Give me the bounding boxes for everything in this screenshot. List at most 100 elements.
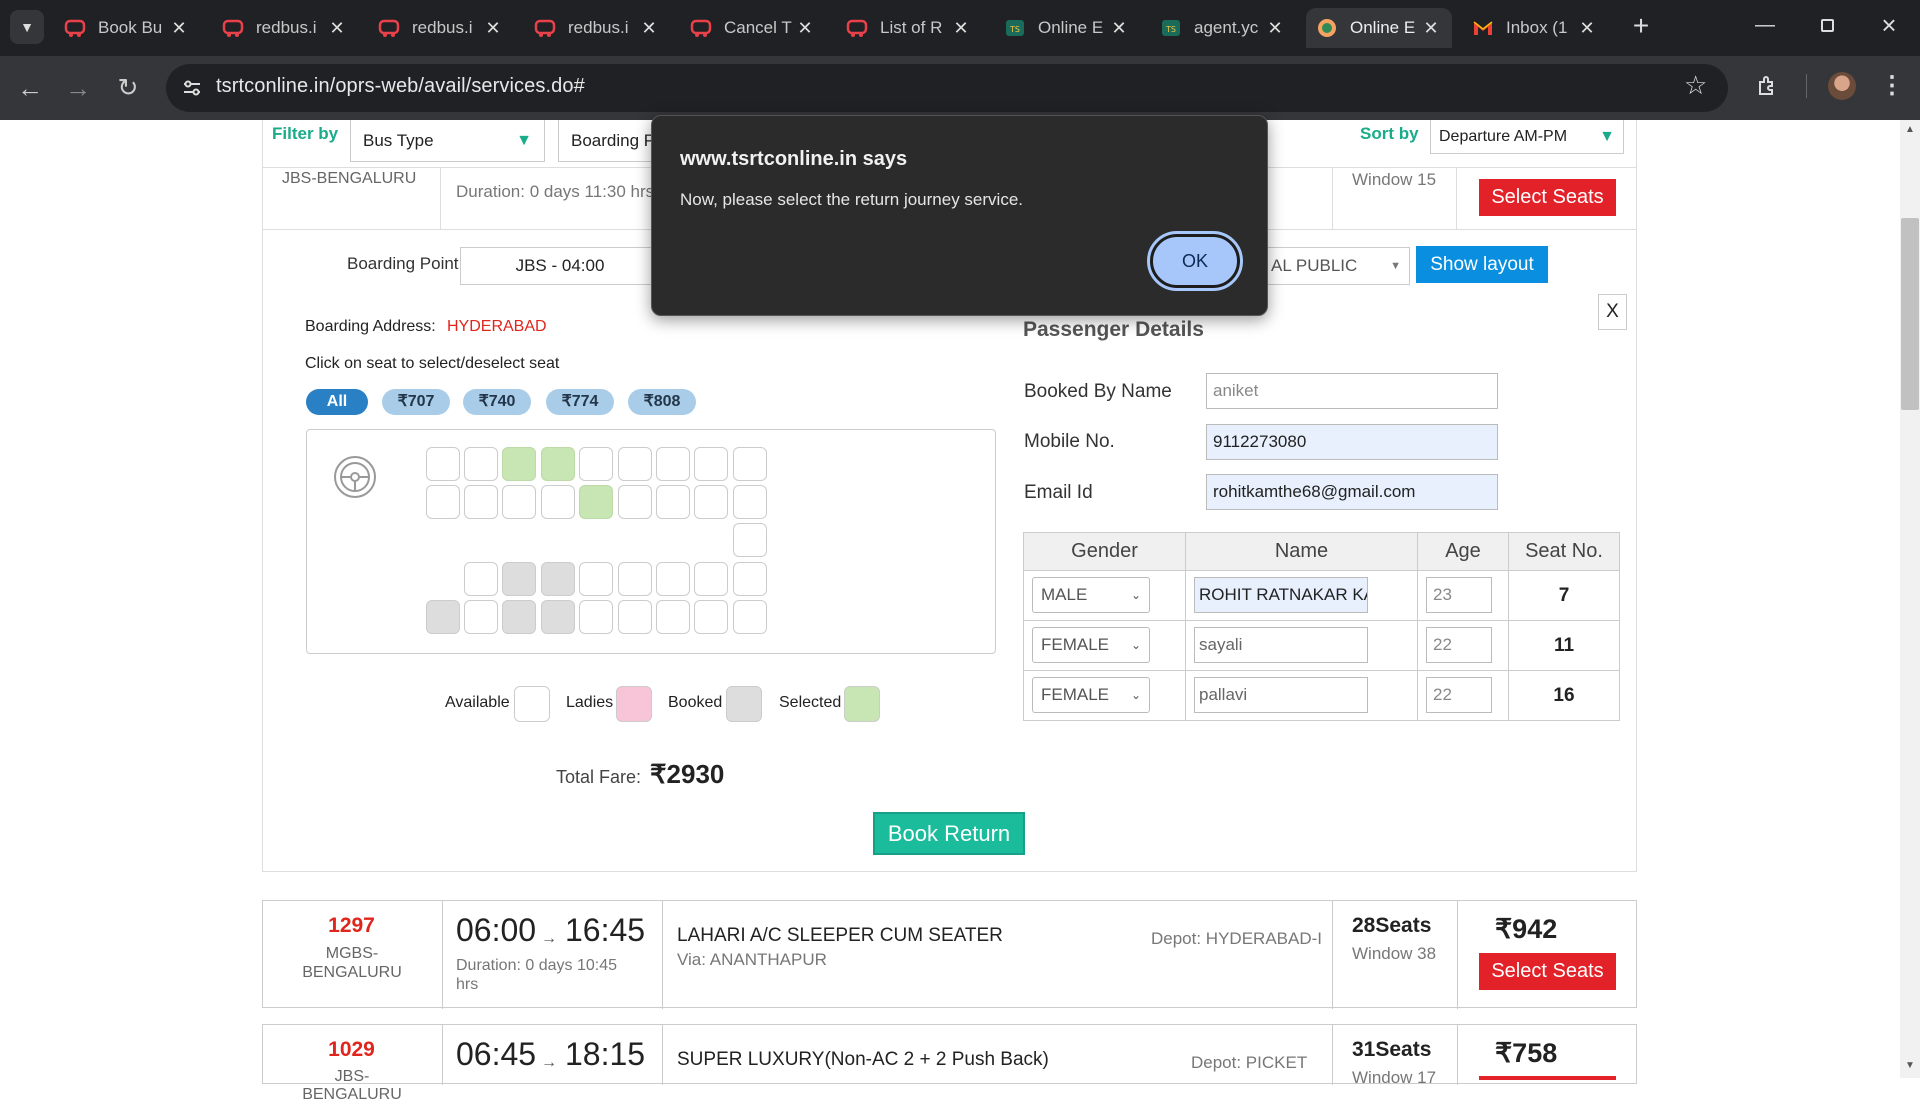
seat-available[interactable] — [733, 562, 767, 596]
browser-tab[interactable]: TS agent.yc ✕ — [1150, 8, 1296, 48]
fare-filter-pill[interactable]: ₹707 — [382, 389, 450, 415]
tab-close-icon[interactable]: ✕ — [1108, 18, 1130, 39]
seat-available[interactable] — [694, 600, 728, 634]
seat-available[interactable] — [426, 485, 460, 519]
seat-available[interactable] — [656, 562, 690, 596]
tab-close-icon[interactable]: ✕ — [950, 18, 972, 39]
seat-available[interactable] — [502, 485, 536, 519]
fare-filter-pill[interactable]: ₹808 — [628, 389, 696, 415]
restore-button[interactable] — [1812, 10, 1842, 40]
fare-filter-pill[interactable]: All — [306, 389, 368, 415]
select-seats-button[interactable]: Select Seats — [1479, 179, 1616, 216]
service-window: Window 38 — [1352, 944, 1437, 963]
browser-tab[interactable]: List of R ✕ — [836, 8, 982, 48]
minimize-button[interactable]: — — [1750, 10, 1780, 40]
seat-available[interactable] — [464, 562, 498, 596]
passenger-name-input[interactable]: pallavi — [1194, 677, 1368, 713]
browser-tab[interactable]: redbus.i ✕ — [368, 8, 514, 48]
seat-available[interactable] — [464, 600, 498, 634]
passenger-age-input[interactable]: 23 — [1426, 577, 1492, 613]
seat-available[interactable] — [694, 562, 728, 596]
profile-avatar[interactable] — [1828, 72, 1856, 100]
reload-button[interactable]: ↻ — [112, 72, 144, 104]
bus-type-select[interactable]: Bus Type ▼ — [350, 120, 545, 162]
seat-available[interactable] — [541, 485, 575, 519]
bookmark-star-icon[interactable]: ☆ — [1684, 70, 1707, 101]
seat-available[interactable] — [426, 447, 460, 481]
menu-kebab-icon[interactable]: ⋮ — [1880, 72, 1904, 100]
close-window-button[interactable]: × — [1874, 10, 1904, 40]
fare-filter-pill[interactable]: ₹774 — [546, 389, 614, 415]
seat-available[interactable] — [618, 562, 652, 596]
seat-available[interactable] — [618, 600, 652, 634]
seat-available[interactable] — [694, 447, 728, 481]
tab-close-icon[interactable]: ✕ — [638, 18, 660, 39]
scroll-up-icon[interactable]: ▲ — [1905, 124, 1915, 135]
browser-tab[interactable]: Book Bu ✕ — [54, 8, 200, 48]
extensions-icon[interactable] — [1756, 74, 1780, 98]
mobile-input[interactable]: 9112273080 — [1206, 424, 1498, 460]
seat-available[interactable] — [733, 447, 767, 481]
quota-select[interactable]: AL PUBLIC ▼ — [1262, 247, 1410, 285]
seat-available[interactable] — [656, 447, 690, 481]
tab-close-icon[interactable]: ✕ — [326, 18, 348, 39]
back-button[interactable]: ← — [14, 72, 46, 104]
close-panel-button[interactable]: X — [1598, 294, 1627, 330]
new-tab-button[interactable]: + — [1626, 12, 1656, 42]
site-settings-icon[interactable] — [182, 78, 202, 98]
select-seats-button[interactable] — [1479, 1076, 1616, 1080]
seat-available[interactable] — [694, 485, 728, 519]
browser-tab[interactable]: redbus.i ✕ — [212, 8, 358, 48]
service-window: Window 17 — [1352, 1068, 1437, 1087]
dropdown-triangle-icon: ▼ — [1599, 127, 1615, 145]
booked-by-input[interactable]: aniket — [1206, 373, 1498, 409]
seat-available[interactable] — [656, 600, 690, 634]
seat-available[interactable] — [579, 447, 613, 481]
dialog-ok-button[interactable]: OK — [1147, 231, 1243, 291]
seat-available[interactable] — [618, 485, 652, 519]
seat-selected[interactable] — [502, 447, 536, 481]
select-seats-button[interactable]: Select Seats — [1479, 953, 1616, 990]
show-layout-button[interactable]: Show layout — [1416, 246, 1548, 283]
tab-search-button[interactable]: ▼ — [10, 10, 44, 44]
gender-select[interactable]: MALE ⌄ — [1032, 577, 1150, 613]
browser-tab[interactable]: TS Online E ✕ — [994, 8, 1140, 48]
boarding-point-select[interactable]: JBS - 04:00 — [460, 247, 660, 285]
browser-tab[interactable]: Inbox (1 ✕ — [1462, 8, 1608, 48]
tab-close-icon[interactable]: ✕ — [794, 18, 816, 39]
seat-available[interactable] — [656, 485, 690, 519]
url-text[interactable]: tsrtconline.in/oprs-web/avail/services.d… — [216, 75, 585, 98]
seat-available[interactable] — [579, 562, 613, 596]
browser-tab[interactable]: Online E ✕ — [1306, 8, 1452, 48]
tab-close-icon[interactable]: ✕ — [482, 18, 504, 39]
browser-tab[interactable]: redbus.i ✕ — [524, 8, 670, 48]
seat-available[interactable] — [618, 447, 652, 481]
seat-available[interactable] — [733, 485, 767, 519]
service-column-divider — [662, 901, 663, 1009]
passenger-name-input[interactable]: ROHIT RATNAKAR KA — [1194, 577, 1368, 613]
passenger-age-input[interactable]: 22 — [1426, 677, 1492, 713]
seat-selected[interactable] — [541, 447, 575, 481]
email-input[interactable]: rohitkamthe68@gmail.com — [1206, 474, 1498, 510]
tab-close-icon[interactable]: ✕ — [1264, 18, 1286, 39]
tab-close-icon[interactable]: ✕ — [168, 18, 190, 39]
scrollbar-thumb[interactable] — [1901, 218, 1919, 410]
forward-button[interactable]: → — [62, 72, 94, 104]
seat-available[interactable] — [579, 600, 613, 634]
sort-select[interactable]: Departure AM-PM ▼ — [1430, 120, 1624, 154]
seat-available[interactable] — [733, 600, 767, 634]
tab-close-icon[interactable]: ✕ — [1420, 18, 1442, 39]
seat-available[interactable] — [464, 447, 498, 481]
book-return-button[interactable]: Book Return — [873, 812, 1025, 855]
seat-available[interactable] — [464, 485, 498, 519]
tab-close-icon[interactable]: ✕ — [1576, 18, 1598, 39]
browser-tab[interactable]: Cancel T ✕ — [680, 8, 826, 48]
gender-select[interactable]: FEMALE ⌄ — [1032, 677, 1150, 713]
fare-filter-pill[interactable]: ₹740 — [463, 389, 531, 415]
seat-selected[interactable] — [579, 485, 613, 519]
gender-select[interactable]: FEMALE ⌄ — [1032, 627, 1150, 663]
seat-available[interactable] — [733, 523, 767, 557]
scroll-down-icon[interactable]: ▼ — [1905, 1060, 1915, 1071]
passenger-age-input[interactable]: 22 — [1426, 627, 1492, 663]
passenger-name-input[interactable]: sayali — [1194, 627, 1368, 663]
